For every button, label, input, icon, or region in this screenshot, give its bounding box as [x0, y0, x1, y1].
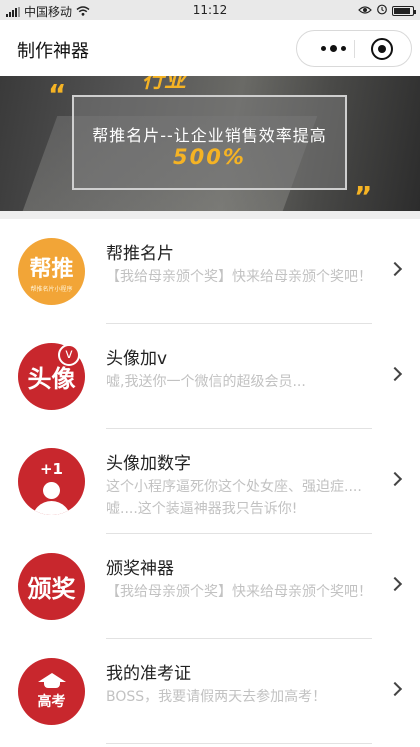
person-body-shape [32, 501, 71, 515]
alarm-icon [376, 3, 388, 18]
section-divider [0, 211, 420, 219]
avatar: +1 [18, 448, 85, 515]
tool-list: 帮推 帮推名片小程序 帮推名片 【我给母亲颁个奖】快来给母亲颁个奖吧！ 头像 v… [0, 219, 420, 744]
quote-close-icon: ” [354, 180, 373, 211]
chevron-right-icon [387, 261, 403, 277]
list-item[interactable]: 帮推 帮推名片小程序 帮推名片 【我给母亲颁个奖】快来给母亲颁个奖吧！ [0, 219, 420, 324]
status-bar: 中国移动 11:12 [0, 0, 420, 20]
item-title: 头像加数字 [106, 454, 191, 474]
avatar-text: 颁奖 [27, 575, 76, 603]
item-description: 【我给母亲颁个奖】快来给母亲颁个奖吧！ [106, 584, 372, 600]
battery-icon [392, 5, 416, 16]
item-description: 嘘,我送你一个微信的超级会员... [106, 374, 306, 390]
item-title: 颁奖神器 [106, 559, 174, 579]
avatar-text: 帮推 [29, 256, 74, 282]
graduation-cap-icon [37, 672, 66, 682]
avatar-subtext: 帮推名片小程序 [30, 285, 73, 293]
avatar-text: 高考 [37, 693, 66, 710]
quote-open-icon: “ [48, 78, 67, 111]
item-title: 头像加v [106, 349, 168, 369]
list-item[interactable]: 高考 我的准考证 BOSS，我要请假两天去参加高考！ [0, 639, 420, 744]
item-description: BOSS，我要请假两天去参加高考！ [106, 689, 327, 705]
more-dots-icon[interactable] [313, 31, 353, 66]
target-close-icon[interactable] [371, 38, 393, 60]
status-right [358, 3, 416, 18]
chevron-right-icon [387, 366, 403, 382]
avatar: 高考 [18, 658, 85, 725]
banner-headline: 帮推名片--让企业销售效率提高 [92, 126, 327, 145]
eye-icon [358, 4, 372, 18]
avatar: 颁奖 [18, 553, 85, 620]
avatar: 帮推 帮推名片小程序 [18, 238, 85, 305]
item-title: 我的准考证 [106, 664, 191, 684]
capsule-divider [354, 40, 355, 58]
chevron-right-icon [387, 681, 403, 697]
banner-top-word: 行业 [142, 76, 187, 93]
graduation-cap-base [43, 681, 60, 688]
chevron-right-icon [387, 471, 403, 487]
item-description: 【我给母亲颁个奖】快来给母亲颁个奖吧！ [106, 269, 372, 285]
item-title: 帮推名片 [106, 244, 174, 264]
chevron-right-icon [387, 576, 403, 592]
promo-banner[interactable]: 行业 “ 帮推名片--让企业销售效率提高 500% ” [0, 76, 420, 211]
banner-percent: 500% [173, 145, 246, 169]
list-item[interactable]: +1 头像加数字 这个小程序逼死你这个处女座、强迫症....嘘....这个装逼神… [0, 429, 420, 534]
person-icon [43, 482, 60, 499]
page-title: 制作神器 [17, 41, 89, 62]
list-item[interactable]: 颁奖 颁奖神器 【我给母亲颁个奖】快来给母亲颁个奖吧！ [0, 534, 420, 639]
status-time: 11:12 [192, 3, 228, 17]
item-description: 这个小程序逼死你这个处女座、强迫症....嘘....这个装逼神器我只告诉你! [106, 479, 362, 517]
avatar-text: +1 [39, 460, 63, 478]
verified-badge-icon: v [58, 344, 80, 366]
divider [106, 743, 372, 744]
capsule-menu [296, 30, 412, 67]
nav-bar: 制作神器 [0, 20, 420, 76]
list-item[interactable]: 头像 v 头像加v 嘘,我送你一个微信的超级会员... [0, 324, 420, 429]
